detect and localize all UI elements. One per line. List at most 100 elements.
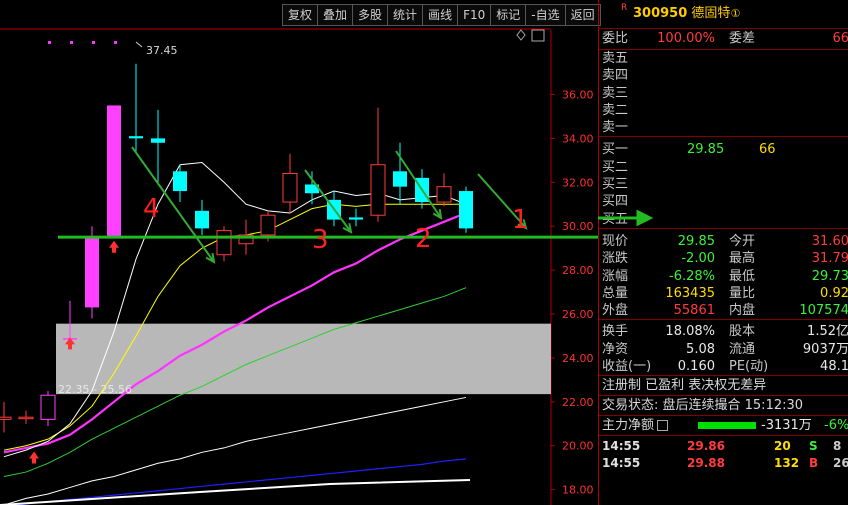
quote-row-label: 现价 <box>602 233 629 249</box>
y-tick-label: 28.00 <box>562 264 594 277</box>
annotation-number: 1 <box>512 205 529 235</box>
candle-body <box>393 171 407 187</box>
sell-row: 卖四 <box>599 67 848 84</box>
net-flow-label: 主力净额 <box>602 418 655 434</box>
ma-long-line <box>0 479 471 505</box>
toolbar-overlay-button[interactable]: 叠加 <box>318 4 354 26</box>
stock-header[interactable]: R 300950 德固特① <box>599 0 848 28</box>
stat-row-label2: 流通 <box>729 341 756 357</box>
y-tick-label: 24.00 <box>562 352 594 365</box>
candle-body <box>216 230 232 256</box>
weibi-row: 委比 100.00% 委差 66 <box>599 28 848 49</box>
toolbar-stats-button[interactable]: 统计 <box>388 4 424 26</box>
toolbar-mark-button[interactable]: 标记 <box>491 4 527 26</box>
quote-row-value2: 0.92 <box>820 285 848 301</box>
arrowhead-icon <box>598 209 654 227</box>
support-arrowhead <box>598 209 654 227</box>
net-flow-row[interactable]: 主力净额 -3131万 -6% <box>599 415 848 435</box>
sell-row: 卖一 <box>599 119 848 136</box>
quote-row-label2: 最低 <box>729 268 756 284</box>
net-flow-value: -3131万 <box>761 418 812 434</box>
diamond-icon <box>516 29 526 41</box>
y-tick-label: 26.00 <box>562 308 594 321</box>
stat-row-value2: 9037万 <box>802 341 848 357</box>
toolbar-draw-line-button[interactable]: 画线 <box>423 4 459 26</box>
quote-panel: R 300950 德固特① 委比 100.00% 委差 66 卖五 卖四 卖三 … <box>598 0 848 505</box>
y-tick-label: 22.00 <box>562 396 594 409</box>
quote-row-value2: 29.73 <box>811 268 848 284</box>
y-tick-label: 32.00 <box>562 176 594 189</box>
sell-row: 卖五 <box>599 50 848 67</box>
stat-row-label2: 股本 <box>729 324 756 340</box>
marker-dot <box>70 41 73 44</box>
quote-row: 现价 29.85 今开 31.60 <box>599 233 848 250</box>
marker-dot <box>92 41 95 44</box>
net-flow-pct: -6% <box>824 418 848 434</box>
quote-row-value2: 31.60 <box>811 233 848 249</box>
quote-row-label2: 最高 <box>729 251 756 267</box>
trade-row: 14:55 29.88 132 B 26 <box>599 455 848 472</box>
candle-body <box>107 105 121 238</box>
quote-row-label2: 今开 <box>729 233 756 249</box>
buy-label: 买一 <box>602 142 629 158</box>
candle-body <box>436 186 452 203</box>
weicha-label: 委差 <box>729 31 756 46</box>
quote-row: 涨幅 -6.28% 最低 29.73 <box>599 268 848 285</box>
stat-row: 净资 5.08 流通 9037万 <box>599 341 848 358</box>
list-icon[interactable] <box>657 420 669 432</box>
trade-price: 29.88 <box>687 456 725 471</box>
trade-status: 交易状态: 盘后连续撮合 15:12:30 <box>599 395 848 415</box>
quote-row-label2: 量比 <box>729 285 756 301</box>
candle-body <box>260 214 276 236</box>
stock-code: 300950 <box>633 6 688 21</box>
buy-row: 买二 <box>599 159 848 176</box>
buy-label: 买三 <box>602 177 629 193</box>
quote-row-value2: 31.79 <box>811 251 848 267</box>
toolbar-f10-button[interactable]: F10 <box>458 4 492 26</box>
candle-body <box>459 191 473 229</box>
y-tick-label: 34.00 <box>562 132 594 145</box>
trade-row: 14:55 29.86 20 S 8 <box>599 438 848 455</box>
trade-count: 8 <box>833 439 842 454</box>
quote-row-value: 163435 <box>665 285 715 301</box>
chart-toolbar: 复权 叠加 多股 统计 画线 F10 标记 -自选 返回 <box>282 4 601 26</box>
sell-label: 卖四 <box>602 68 629 84</box>
sell-label: 卖五 <box>602 51 629 66</box>
annotation-number: 2 <box>415 224 432 254</box>
y-tick-label: 20.00 <box>562 440 594 453</box>
candle-body <box>173 171 187 192</box>
quote-rows: 现价 29.85 今开 31.60 涨跌 -2.00 最高 31.79 涨幅 -6.28% 最低 29… <box>599 227 848 319</box>
y-tick-label: 18.00 <box>562 484 594 497</box>
stat-row-value2: 1.52亿 <box>807 324 848 340</box>
window-icon <box>531 29 545 42</box>
trade-dir: S <box>809 439 818 454</box>
up-arrow-icon <box>29 451 39 464</box>
quote-row-label2: 内盘 <box>729 303 756 319</box>
kline-chart[interactable]: 36.00 34.00 32.00 30.00 28.00 26.00 24.00 22.00… <box>0 0 598 505</box>
stock-badge: ① <box>730 7 741 20</box>
candle-body <box>18 416 34 420</box>
sell-row: 卖三 <box>599 85 848 102</box>
buy-row: 买一 29.85 66 <box>599 141 848 158</box>
weibi-value: 100.00% <box>657 31 715 46</box>
toolbar-remove-watchlist-button[interactable]: -自选 <box>526 4 566 26</box>
stat-row-label2: PE(动) <box>729 359 769 375</box>
candle-body <box>370 164 386 216</box>
toolbar-multi-stock-button[interactable]: 多股 <box>353 4 389 26</box>
quote-row-value: -2.00 <box>681 251 715 267</box>
sell-book: 卖五 卖四 卖三 卖二 卖一 <box>599 49 848 136</box>
stat-row: 换手 18.08% 股本 1.52亿 <box>599 323 848 340</box>
trade-qty: 132 <box>774 456 800 471</box>
toolbar-back-button[interactable]: 返回 <box>565 4 601 26</box>
toolbar-fuquan-button[interactable]: 复权 <box>282 4 319 26</box>
candle-body <box>85 237 99 308</box>
candle-body <box>195 210 209 229</box>
buy-row: 买三 <box>599 176 848 193</box>
net-flow-bar <box>698 422 757 430</box>
r-badge: R <box>621 3 628 13</box>
zone-range-label: 22.35 - 25.56 <box>58 383 132 396</box>
marker-dot <box>114 41 117 44</box>
sell-row: 卖二 <box>599 102 848 119</box>
quote-row-value: 29.85 <box>677 233 715 249</box>
trade-dir: B <box>809 456 819 471</box>
